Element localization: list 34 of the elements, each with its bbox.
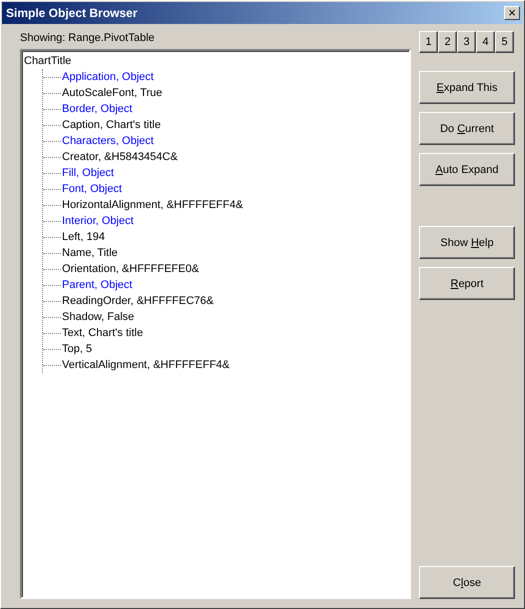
level-button[interactable]: 3	[457, 31, 476, 53]
tree-item[interactable]: Font, Object	[62, 181, 122, 197]
level-button[interactable]: 4	[476, 31, 495, 53]
close-button[interactable]: ×	[504, 6, 520, 20]
action-button[interactable]: Expand This	[419, 71, 515, 104]
tree-item[interactable]: Top, 5	[62, 341, 92, 357]
tree-item[interactable]: VerticalAlignment, &HFFFFEFF4&	[62, 357, 230, 373]
window-title: Simple Object Browser	[6, 6, 138, 20]
tree-item[interactable]: Interior, Object	[62, 213, 134, 229]
tree-item[interactable]: ReadingOrder, &HFFFFEC76&	[62, 293, 214, 309]
showing-label: Showing: Range.PivotTable	[20, 31, 156, 46]
level-button[interactable]: 5	[495, 31, 514, 53]
level-button[interactable]: 2	[438, 31, 457, 53]
tree-item[interactable]: Shadow, False	[62, 309, 134, 325]
tree-item[interactable]: Characters, Object	[62, 133, 154, 149]
tree-item[interactable]: AutoScaleFont, True	[62, 85, 162, 101]
tree-item[interactable]: HorizontalAlignment, &HFFFFEFF4&	[62, 197, 243, 213]
action-button[interactable]: Report	[419, 267, 515, 300]
action-button[interactable]: Show Help	[419, 226, 515, 259]
action-button[interactable]: Do Current	[419, 112, 515, 145]
close-dialog-button[interactable]: Close	[419, 566, 515, 599]
tree-item[interactable]: Fill, Object	[62, 165, 114, 181]
tree-item[interactable]: Caption, Chart's title	[62, 117, 161, 133]
tree-root-item[interactable]: ChartTitle	[24, 53, 72, 69]
tree-item[interactable]: Creator, &H5843454C&	[62, 149, 178, 165]
tree-item[interactable]: Application, Object	[62, 69, 154, 85]
tree-item[interactable]: Border, Object	[62, 101, 132, 117]
level-button[interactable]: 1	[419, 31, 438, 53]
tree-item[interactable]: Left, 194	[62, 229, 105, 245]
tree-item[interactable]: Parent, Object	[62, 277, 132, 293]
action-button[interactable]: Auto Expand	[419, 153, 515, 186]
tree-item[interactable]: Text, Chart's title	[62, 325, 143, 341]
tree-item[interactable]: Orientation, &HFFFFEFE0&	[62, 261, 199, 277]
tree-item[interactable]: Name, Title	[62, 245, 118, 261]
